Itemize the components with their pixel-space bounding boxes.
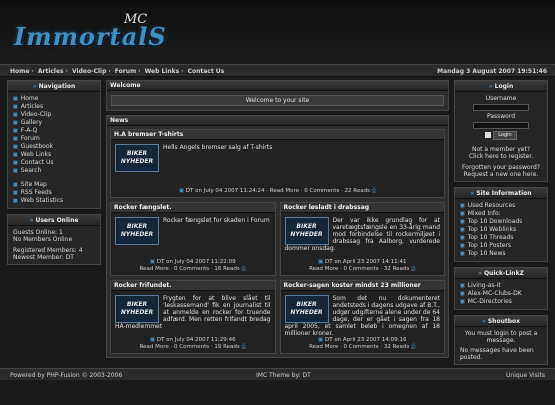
nav-item-video[interactable]: ■ Video-Clip <box>13 111 95 119</box>
site-footer: Powered by PHP-Fusion © 2003-2006 IMC Th… <box>0 368 555 380</box>
quick-link[interactable]: ■ Living-as-it <box>460 282 542 290</box>
nav-links: Home · Articles · Video-Clip · Forum · Web L… <box>10 68 225 75</box>
guests-online: Guests Online: 1 <box>13 229 63 236</box>
news-footer: ▣ DT on April 23 2007 14:09:16 Read More… <box>309 337 416 350</box>
news-image: BIKER NYHEDER <box>115 217 159 245</box>
shoutbox-login-msg: You must login to post a message. <box>464 330 538 344</box>
info-item[interactable]: ■ Top 10 News <box>460 250 542 258</box>
news-image: BIKER NYHEDER <box>115 295 159 323</box>
news-footer: ▣ DT on July 04 2007 11:22:09 Read More … <box>139 259 246 272</box>
register-link[interactable]: Click here to register. <box>460 153 542 160</box>
panel-title: Login <box>494 83 514 90</box>
registered-members: Registered Members: 4 <box>13 247 83 254</box>
theme-credit: IMC Theme by: DT <box>256 372 311 379</box>
right-column: » Login Username Password Login Not a mem… <box>454 80 548 370</box>
users-online-panel: » Users Online Guests Online: 1 No Member… <box>7 214 101 265</box>
info-item[interactable]: ■ Top 10 Threads <box>460 234 542 242</box>
newest-member[interactable]: Newest Member: DT <box>13 254 95 261</box>
nav-item-weblinks[interactable]: ■ Web Links <box>13 151 95 159</box>
nav-item-guestbook[interactable]: ■ Guestbook <box>13 143 95 151</box>
members-online: No Members Online <box>13 236 73 243</box>
nav-item-rss[interactable]: ■ RSS Feeds <box>13 189 95 197</box>
forgot-question: Forgotten your password? <box>462 164 540 171</box>
main-content: Welcome Welcome to your site News H.A br… <box>106 80 449 358</box>
panel-title: Quick-LinkZ <box>483 270 524 277</box>
quick-link[interactable]: ■ Alex-MC-Clubs-DK <box>460 290 542 298</box>
login-button[interactable]: Login <box>493 131 517 140</box>
nav-item-stats[interactable]: ■ Web Statistics <box>13 197 95 205</box>
news-footer: ▣ DT on April 23 2007 14:11:41 Read More… <box>309 259 416 272</box>
nav-link-articles[interactable]: Articles <box>38 68 64 75</box>
info-item: ■ Mixed Info: <box>460 210 501 217</box>
nav-link-weblinks[interactable]: Web Links <box>145 68 180 75</box>
quick-links-panel: » Quick-LinkZ ■ Living-as-it ■ Alex-MC-Club… <box>454 267 548 310</box>
remember-checkbox[interactable] <box>485 131 492 138</box>
shoutbox-empty-msg: No messages have been posted. <box>460 347 534 361</box>
nav-item-search[interactable]: ■ Search <box>13 167 95 175</box>
news-item: Rocker frifundet. BIKER NYHEDER Frygten … <box>110 280 276 354</box>
nav-link-forum[interactable]: Forum <box>115 68 136 75</box>
news-item: Rocker løsladt i drabssag BIKER NYHEDER … <box>279 202 445 276</box>
nav-item-faq[interactable]: ■ F-A-Q <box>13 127 95 135</box>
shoutbox-panel: » Shoutbox You must login to post a messa… <box>454 315 548 365</box>
nav-link-video[interactable]: Video-Clip <box>72 68 106 75</box>
welcome-text: Welcome to your site <box>111 95 444 106</box>
news-item: Rocker fængslet. BIKER NYHEDER Rocker fæ… <box>110 202 276 276</box>
news-title[interactable]: Rocker løsladt i drabssag <box>280 203 444 213</box>
login-panel: » Login Username Password Login Not a mem… <box>454 80 548 182</box>
password-label: Password <box>486 113 516 120</box>
news-title[interactable]: Rocker fængslet. <box>111 203 275 213</box>
member-question: Not a member yet? <box>471 146 531 153</box>
left-column: » Navigation ■ Home ■ Articles ■ Video-Clip … <box>7 80 101 270</box>
news-section-title: News <box>107 116 448 126</box>
nav-link-home[interactable]: Home <box>10 68 29 75</box>
news-footer: ▣ DT on July 04 2007 11:24:24 · Read Mor… <box>178 188 377 194</box>
username-label: Username <box>485 95 517 102</box>
nav-item-articles[interactable]: ■ Articles <box>13 103 95 111</box>
news-image: BIKER NYHEDER <box>115 144 159 172</box>
navigation-panel: » Navigation ■ Home ■ Articles ■ Video-Clip … <box>7 80 101 209</box>
nav-item-gallery[interactable]: ■ Gallery <box>13 119 95 127</box>
nav-item-contact[interactable]: ■ Contact Us <box>13 159 95 167</box>
forgot-link[interactable]: Request a new one here. <box>460 171 542 178</box>
info-item[interactable]: ■ Top 10 Posters <box>460 242 542 250</box>
current-date: Mandag 3 August 2007 19:51:46 <box>437 68 547 75</box>
panel-title: Site Information <box>476 190 532 197</box>
header-banner: ImmortalS MC <box>0 0 555 64</box>
news-text: Hells Angels bremser salg af T-shirts <box>163 144 273 151</box>
news-title[interactable]: Rocker frifundet. <box>111 281 275 291</box>
news-title[interactable]: Rocker-sagen koster mindst 23 millioner <box>280 281 444 291</box>
welcome-panel: Welcome Welcome to your site <box>106 80 449 111</box>
info-item[interactable]: ■ Top 10 Weblinks <box>460 226 542 234</box>
unique-visits: Unique Visits <box>506 372 545 379</box>
top-navbar: Home · Articles · Video-Clip · Forum · Web L… <box>0 64 555 77</box>
panel-title: Users Online <box>35 217 79 224</box>
site-info-panel: » Site Information ■ Used Resources ■ Mixed… <box>454 187 548 262</box>
news-panel: News H.A bremser T-shirts BIKER NYHEDER … <box>106 115 449 358</box>
news-item: H.A bremser T-shirts BIKER NYHEDER Hells… <box>110 129 445 198</box>
news-image: BIKER NYHEDER <box>284 295 329 323</box>
password-input[interactable] <box>473 122 529 129</box>
news-title[interactable]: H.A bremser T-shirts <box>111 130 444 140</box>
info-item[interactable]: ■ Used Resources <box>460 202 542 210</box>
quick-link[interactable]: ■ MC-Directories <box>460 298 542 306</box>
news-footer: ▣ DT on July 04 2007 11:29:46 Read More … <box>139 337 246 350</box>
nav-item-sitemap[interactable]: ■ Site Map <box>13 181 95 189</box>
site-logo-sub: MC <box>124 12 148 27</box>
nav-item-home[interactable]: ■ Home <box>13 95 95 103</box>
username-input[interactable] <box>473 104 529 111</box>
powered-by: Powered by PHP-Fusion © 2003-2006 <box>10 372 123 379</box>
nav-link-contact[interactable]: Contact Us <box>188 68 225 75</box>
info-item[interactable]: ■ Top 10 Downloads <box>460 218 542 226</box>
news-item: Rocker-sagen koster mindst 23 millioner … <box>279 280 445 354</box>
news-image: BIKER NYHEDER <box>284 217 329 245</box>
nav-item-forum[interactable]: ■ Forum <box>13 135 95 143</box>
welcome-title: Welcome <box>107 81 448 91</box>
panel-title: Navigation <box>38 83 76 90</box>
panel-title: Shoutbox <box>487 318 521 325</box>
